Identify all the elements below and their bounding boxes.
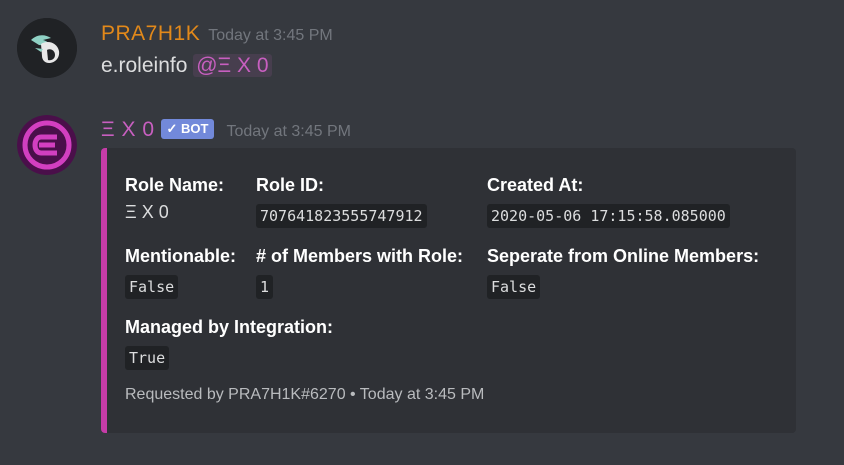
embed-footer: Requested by PRA7H1K#6270 • Today at 3:4… [125, 386, 485, 403]
field-role-id: Role ID: 707641823555747912 [256, 175, 427, 228]
field-hoist: Seperate from Online Members: False [487, 246, 759, 299]
field-value: False [487, 275, 541, 299]
field-mentionable: Mentionable: False [125, 246, 236, 299]
timestamp: Today at 3:45 PM [226, 123, 351, 140]
winged-helmet-icon [17, 18, 77, 78]
field-value: 1 [256, 275, 274, 299]
field-value: 707641823555747912 [256, 204, 427, 228]
field-role-name: Role Name: Ξ X 0 [125, 175, 225, 222]
message-text: e.roleinfo [101, 54, 188, 77]
message-content: e.roleinfo @Ξ X 0 [101, 54, 272, 78]
username[interactable]: PRA7H1K [101, 22, 200, 45]
field-created-at: Created At: 2020-05-06 17:15:58.085000 [487, 175, 730, 228]
purple-e-logo-icon [17, 115, 77, 175]
field-value: Ξ X 0 [125, 202, 169, 222]
bot-avatar[interactable] [17, 115, 77, 175]
field-managed: Managed by Integration: True [125, 317, 333, 370]
field-value: True [125, 346, 170, 370]
role-mention[interactable]: @Ξ X 0 [193, 54, 272, 77]
field-member-count: # of Members with Role: 1 [256, 246, 463, 299]
user-avatar[interactable] [17, 18, 77, 78]
field-value: False [125, 275, 179, 299]
field-value: 2020-05-06 17:15:58.085000 [487, 204, 730, 228]
bot-username[interactable]: Ξ X 0 [101, 118, 155, 141]
role-info-embed: Role Name: Ξ X 0 Role ID: 70764182355574… [101, 148, 796, 433]
bot-tag: ✓ BOT [160, 119, 215, 139]
timestamp: Today at 3:45 PM [208, 27, 333, 44]
